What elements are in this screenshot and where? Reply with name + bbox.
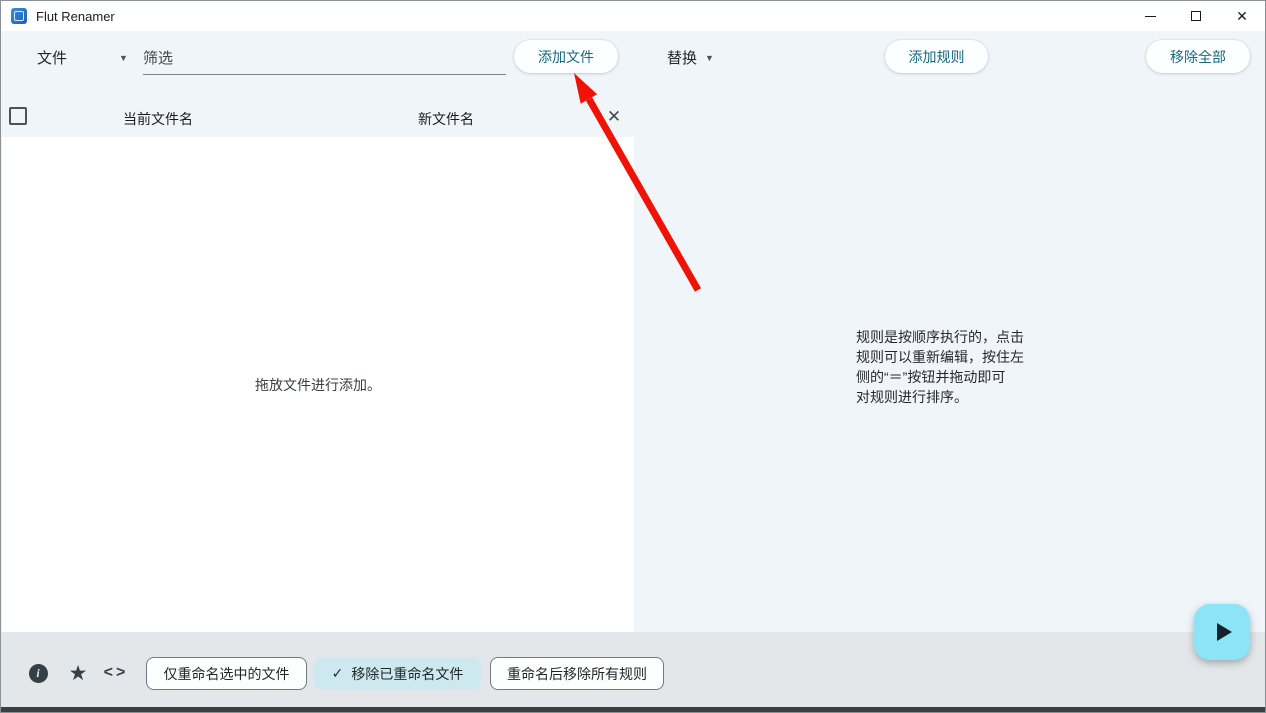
code-icon: <>: [103, 664, 129, 681]
minimize-icon: [1144, 15, 1156, 17]
column-current-filename: 当前文件名: [123, 111, 193, 127]
app-icon: [11, 8, 27, 24]
select-all-checkbox[interactable]: [9, 107, 27, 125]
add-rule-button[interactable]: 添加规则: [885, 40, 988, 73]
maximize-button[interactable]: [1173, 1, 1219, 31]
toolbar: 文件 ▼ 添加文件 替换 ▼ 添加规则 移除全部: [1, 31, 1265, 97]
close-button[interactable]: ✕: [1219, 1, 1265, 31]
run-rename-button[interactable]: [1194, 604, 1250, 660]
chip-label: 重命名后移除所有规则: [507, 665, 647, 682]
window-controls: ✕: [1127, 1, 1265, 31]
close-icon: ✕: [1236, 8, 1248, 24]
chip-label: 仅重命名选中的文件: [163, 665, 290, 682]
app-window: Flut Renamer ✕ 文件 ▼ 添加文件 替换 ▼ 添加规则 移除全部 …: [0, 0, 1266, 713]
maximize-icon: [1191, 11, 1201, 21]
info-icon: i: [28, 663, 48, 683]
file-table-header: 当前文件名 新文件名 ✕: [1, 97, 634, 137]
chip-remove-renamed-files[interactable]: ✓ 移除已重命名文件: [314, 657, 481, 690]
replace-rule-dropdown[interactable]: 替换: [667, 47, 697, 68]
star-icon: ★: [68, 661, 88, 685]
chevron-down-icon[interactable]: ▼: [119, 53, 128, 63]
bottom-bar: i ★ <> 仅重命名选中的文件 ✓ 移除已重命名文件 重命名后移除所有规则: [1, 632, 1265, 709]
remove-all-button[interactable]: 移除全部: [1146, 40, 1250, 73]
file-menu-dropdown[interactable]: 文件: [37, 47, 67, 68]
window-title: Flut Renamer: [36, 8, 115, 24]
check-icon: ✓: [331, 665, 344, 681]
add-files-button[interactable]: 添加文件: [514, 40, 618, 73]
drop-files-hint: 拖放文件进行添加。: [255, 376, 381, 393]
column-new-filename: 新文件名: [418, 111, 474, 127]
close-icon: ✕: [606, 107, 622, 126]
favorite-button[interactable]: ★: [64, 659, 92, 687]
chevron-down-icon[interactable]: ▼: [705, 53, 714, 63]
rules-panel-hint: 规则是按顺序执行的，点击 规则可以重新编辑，按住左 侧的“＝”按钮并拖动即可 对…: [856, 329, 1024, 405]
clear-list-button[interactable]: ✕: [601, 104, 627, 130]
minimize-button[interactable]: [1127, 1, 1173, 31]
taskbar-edge: [1, 707, 1265, 712]
chip-label: 移除已重命名文件: [351, 665, 464, 682]
filter-input[interactable]: [143, 43, 506, 75]
play-icon: [1216, 623, 1232, 641]
file-drop-zone[interactable]: 拖放文件进行添加。: [2, 137, 634, 632]
chip-remove-rules-after-rename[interactable]: 重命名后移除所有规则: [490, 657, 664, 690]
titlebar: Flut Renamer ✕: [1, 1, 1265, 31]
source-code-button[interactable]: <>: [102, 659, 130, 687]
chip-rename-selected-only[interactable]: 仅重命名选中的文件: [146, 657, 307, 690]
info-button[interactable]: i: [24, 659, 52, 687]
